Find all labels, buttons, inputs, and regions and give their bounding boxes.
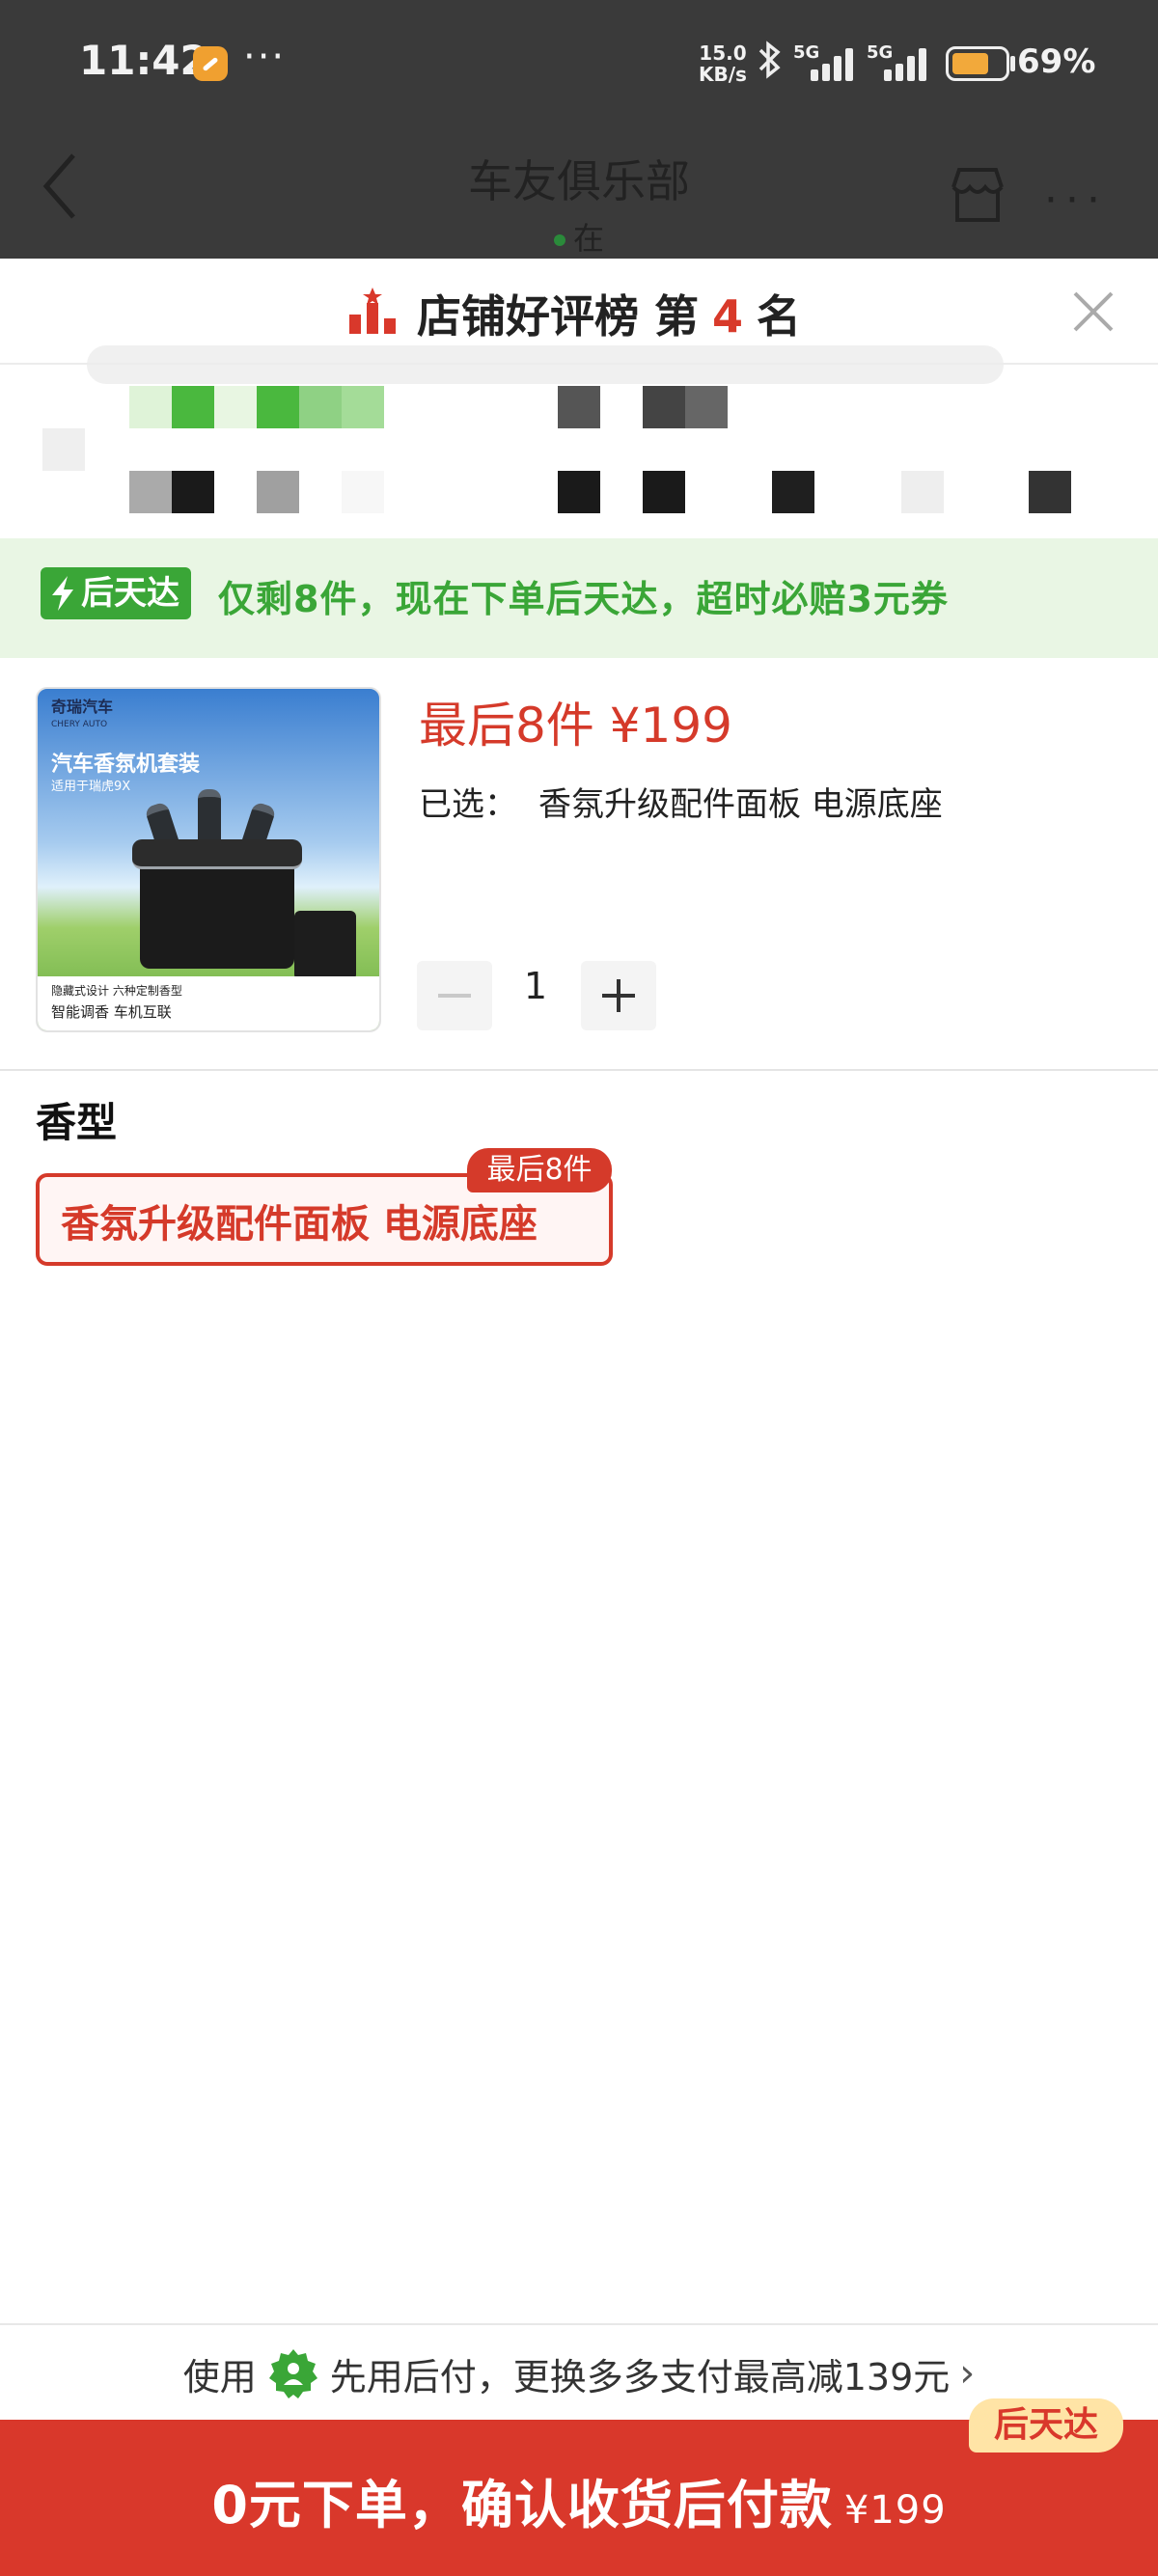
status-time: 11:42 xyxy=(79,37,208,84)
selected-spec: 已选： 香氛升级配件面板 电源底座 xyxy=(419,778,943,825)
delivery-promo-banner: 后天达 仅剩8件，现在下单后天达，超时必赔3元券 xyxy=(0,538,1158,658)
rank-text: 店铺好评榜 第4名 xyxy=(417,282,801,345)
quantity-increase-button[interactable] xyxy=(581,961,656,1030)
network-speed-unit: KB/s xyxy=(699,63,747,86)
fragrance-device-base xyxy=(132,839,302,969)
delivery-promo-text: 仅剩8件，现在下单后天达，超时必赔3元券 xyxy=(218,578,949,620)
status-overflow-dots: ··· xyxy=(243,35,287,79)
sku-selection-sheet: 店铺好评榜 第4名 后天达 仅剩8件，现在下单后天达，超时必赔3元券 奇瑞汽车 … xyxy=(0,259,1158,2576)
place-order-text: 0元下单，确认收货后付款 ¥199 xyxy=(0,2462,1158,2538)
online-dot-icon xyxy=(553,234,565,246)
signal-strength-2-icon: 5G xyxy=(867,42,934,81)
ranking-podium-icon xyxy=(345,286,400,340)
product-image-subtitle: 适用于瑞虎9X xyxy=(51,780,131,794)
lightning-bolt-icon xyxy=(48,574,77,613)
battery-percent: 69% xyxy=(1017,42,1096,81)
delivery-tag: 后天达 xyxy=(969,2398,1123,2453)
battery-tip xyxy=(1010,56,1015,71)
bluetooth-icon xyxy=(755,41,784,89)
product-image-footer-line2: 智能调香 车机互联 xyxy=(51,1003,172,1021)
rank-number: 4 xyxy=(712,290,744,343)
product-image-title: 汽车香氛机套装 xyxy=(51,753,201,777)
power-base-module xyxy=(294,911,356,980)
pay-later-text: 使用 先用后付，更换多多支付最高减139元 › xyxy=(0,2346,1158,2400)
network-speed-value: 15.0 xyxy=(699,41,747,65)
product-image-footer-line1: 隐藏式设计 六种定制香型 xyxy=(51,984,182,998)
blurred-overlay xyxy=(87,345,1004,384)
option-section-title: 香型 xyxy=(36,1099,118,1146)
product-thumbnail[interactable]: 奇瑞汽车 CHERY AUTO 汽车香氛机套装 适用于瑞虎9X 隐藏式设计 六种定… xyxy=(36,687,381,1032)
selected-spec-label: 已选： xyxy=(419,785,517,824)
place-order-label: 0元下单，确认收货后付款 xyxy=(211,2475,833,2535)
selected-spec-value: 香氛升级配件面板 电源底座 xyxy=(538,785,943,824)
store-icon[interactable] xyxy=(946,162,1009,226)
quantity-decrease-button[interactable] xyxy=(417,961,492,1030)
shield-badge-icon xyxy=(266,2346,320,2400)
quantity-value[interactable]: 1 xyxy=(502,965,569,1007)
network-speed: 15.0 KB/s xyxy=(699,42,747,85)
pay-later-prefix: 使用 xyxy=(182,2355,257,2398)
close-icon[interactable] xyxy=(1071,289,1116,334)
pay-later-main-text: 先用后付，更换多多支付最高减139元 xyxy=(329,2355,951,2398)
app-notification-icon xyxy=(193,46,228,81)
rank-text-after: 名 xyxy=(757,290,802,343)
online-status-text: 在 xyxy=(572,220,604,257)
option-item-label: 香氛升级配件面板 电源底座 xyxy=(61,1202,538,1247)
product-price: 最后8件 ¥199 xyxy=(419,698,732,754)
delivery-badge-text: 后天达 xyxy=(81,574,179,613)
signal-strength-1-icon: 5G xyxy=(793,42,861,81)
status-bar: 11:42 ··· 15.0 KB/s 5G 5G 69% xyxy=(0,0,1158,130)
battery-icon xyxy=(946,46,1009,81)
option-stock-tag: 最后8件 xyxy=(467,1148,612,1192)
chevron-right-icon: › xyxy=(959,2351,976,2396)
more-options-button[interactable]: ··· xyxy=(1044,176,1108,225)
place-order-price: ¥199 xyxy=(843,2488,947,2533)
product-brand-logo: 奇瑞汽车 CHERY AUTO xyxy=(51,698,114,730)
delivery-badge: 后天达 xyxy=(41,567,191,619)
product-image-footer: 隐藏式设计 六种定制香型 智能调香 车机互联 xyxy=(38,976,379,1030)
rank-text-before: 店铺好评榜 第 xyxy=(417,290,700,343)
section-divider xyxy=(0,1069,1158,1071)
